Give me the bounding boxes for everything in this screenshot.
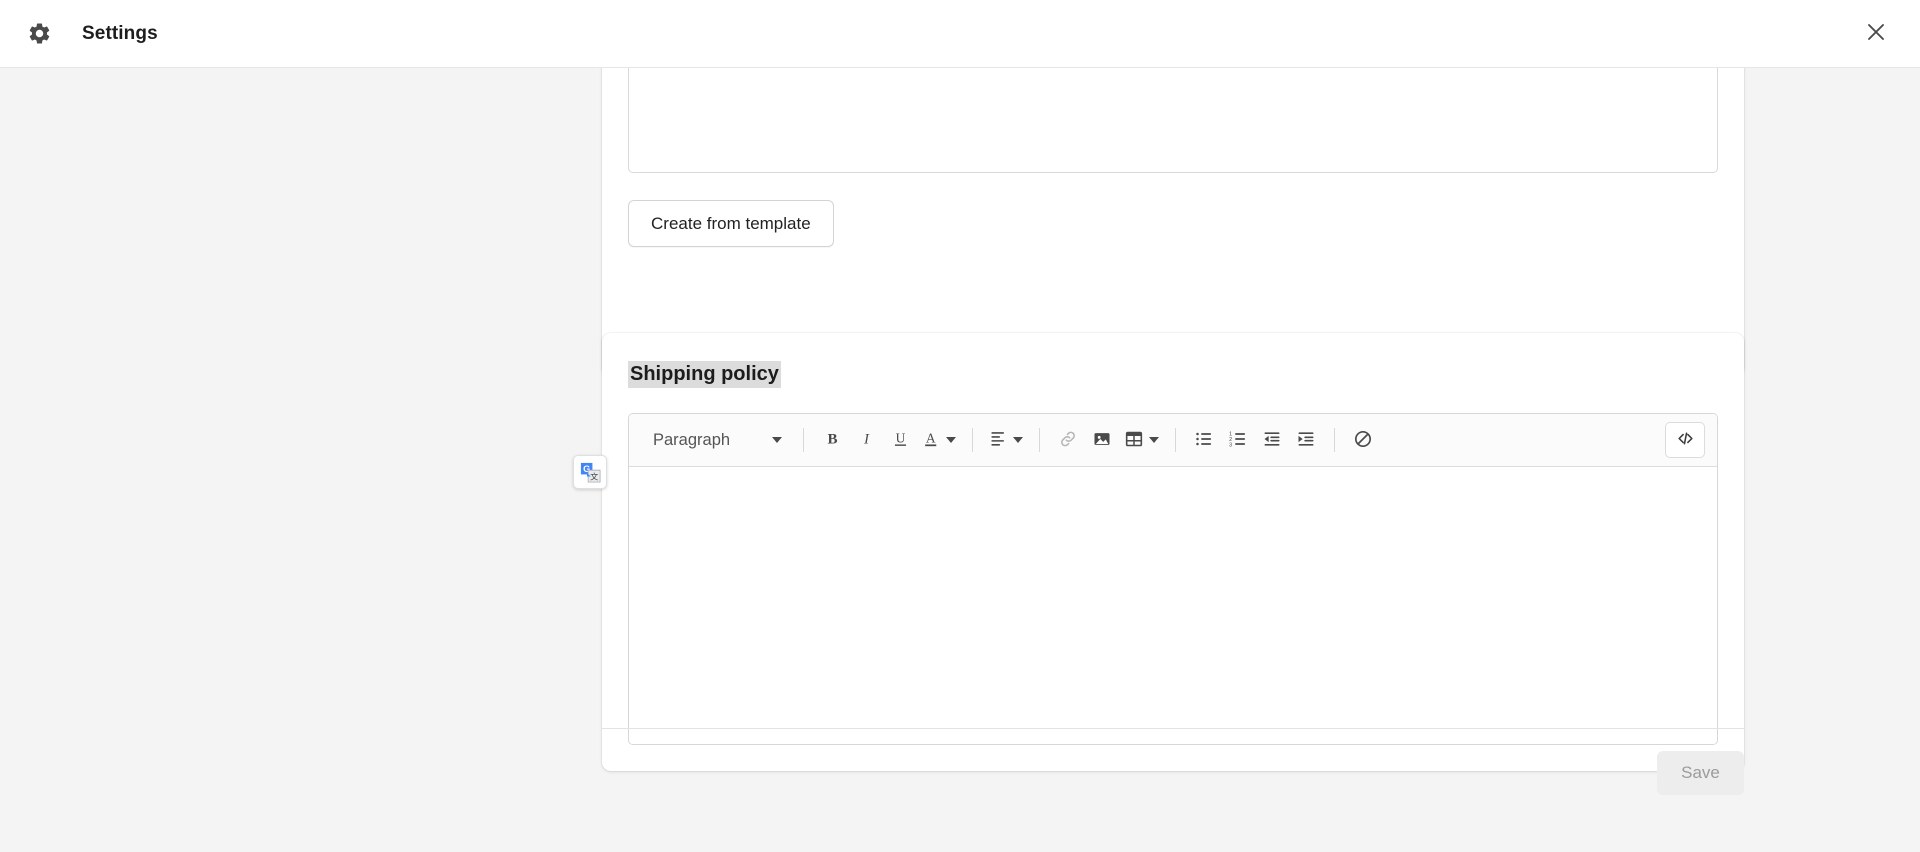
svg-text:U: U [895,430,905,445]
block-format-select[interactable]: Paragraph [641,422,792,458]
svg-text:3: 3 [1229,442,1232,448]
settings-header-bar: Settings [0,0,1920,68]
close-button[interactable] [1856,14,1896,54]
image-icon [1092,429,1112,452]
image-button[interactable] [1085,423,1119,457]
chevron-down-icon [1149,437,1160,443]
page-title: Settings [82,22,158,44]
toolbar-divider [1039,428,1041,452]
svg-text:I: I [863,431,870,447]
editor-toolbar: Paragraph B I U A 1 2 3 [629,414,1717,467]
link-icon [1058,429,1078,452]
toolbar-divider [803,428,805,452]
chevron-down-icon [772,437,783,443]
shipping-policy-editor: Paragraph B I U A 1 2 3 [628,413,1718,745]
bold-icon: B [823,429,842,451]
settings-content-scroll-area[interactable]: Create from template Shipping policy Par… [0,68,1920,852]
create-from-template-button[interactable]: Create from template [628,200,834,247]
template-card: Create from template [602,68,1744,376]
google-translate-icon[interactable]: G 文 [573,455,607,489]
text-color-icon: A [922,429,941,451]
bullet-list-icon [1194,429,1214,452]
align-left-icon [989,429,1008,451]
clear-formatting-icon [1353,429,1373,452]
chevron-down-icon [1013,437,1024,443]
numbered-list-icon: 1 2 3 [1228,429,1248,452]
text-color-button[interactable]: A [917,423,961,457]
shipping-policy-heading: Shipping policy [628,361,781,388]
svg-text:文: 文 [590,471,598,481]
gear-icon [26,21,52,47]
outdent-icon [1262,429,1282,452]
link-button[interactable] [1051,423,1085,457]
underline-icon: U [891,429,910,451]
chevron-down-icon [946,437,957,443]
outdent-button[interactable] [1255,423,1289,457]
svg-text:B: B [827,431,837,447]
save-button[interactable]: Save [1657,751,1744,795]
close-x-icon [1864,20,1888,47]
block-format-label: Paragraph [653,430,731,449]
bullet-list-button[interactable] [1187,423,1221,457]
code-view-icon [1676,429,1695,451]
toolbar-divider [1175,428,1177,452]
footer-divider [602,728,1744,729]
italic-button[interactable]: I [849,423,883,457]
numbered-list-button[interactable]: 1 2 3 [1221,423,1255,457]
clear-format-button[interactable] [1346,423,1380,457]
svg-text:A: A [926,430,936,445]
shipping-policy-editor-body[interactable] [629,467,1717,744]
template-editor-body[interactable] [628,68,1718,173]
indent-button[interactable] [1289,423,1323,457]
indent-icon [1296,429,1316,452]
toolbar-divider [1334,428,1336,452]
bold-button[interactable]: B [815,423,849,457]
italic-icon: I [857,429,876,451]
shipping-policy-card: Shipping policy Paragraph B I U A 1 2 3 [602,333,1744,771]
table-button[interactable] [1119,423,1164,457]
underline-button[interactable]: U [883,423,917,457]
align-button[interactable] [984,423,1028,457]
toolbar-divider [972,428,974,452]
table-icon [1124,429,1144,452]
code-view-button[interactable] [1665,422,1705,458]
